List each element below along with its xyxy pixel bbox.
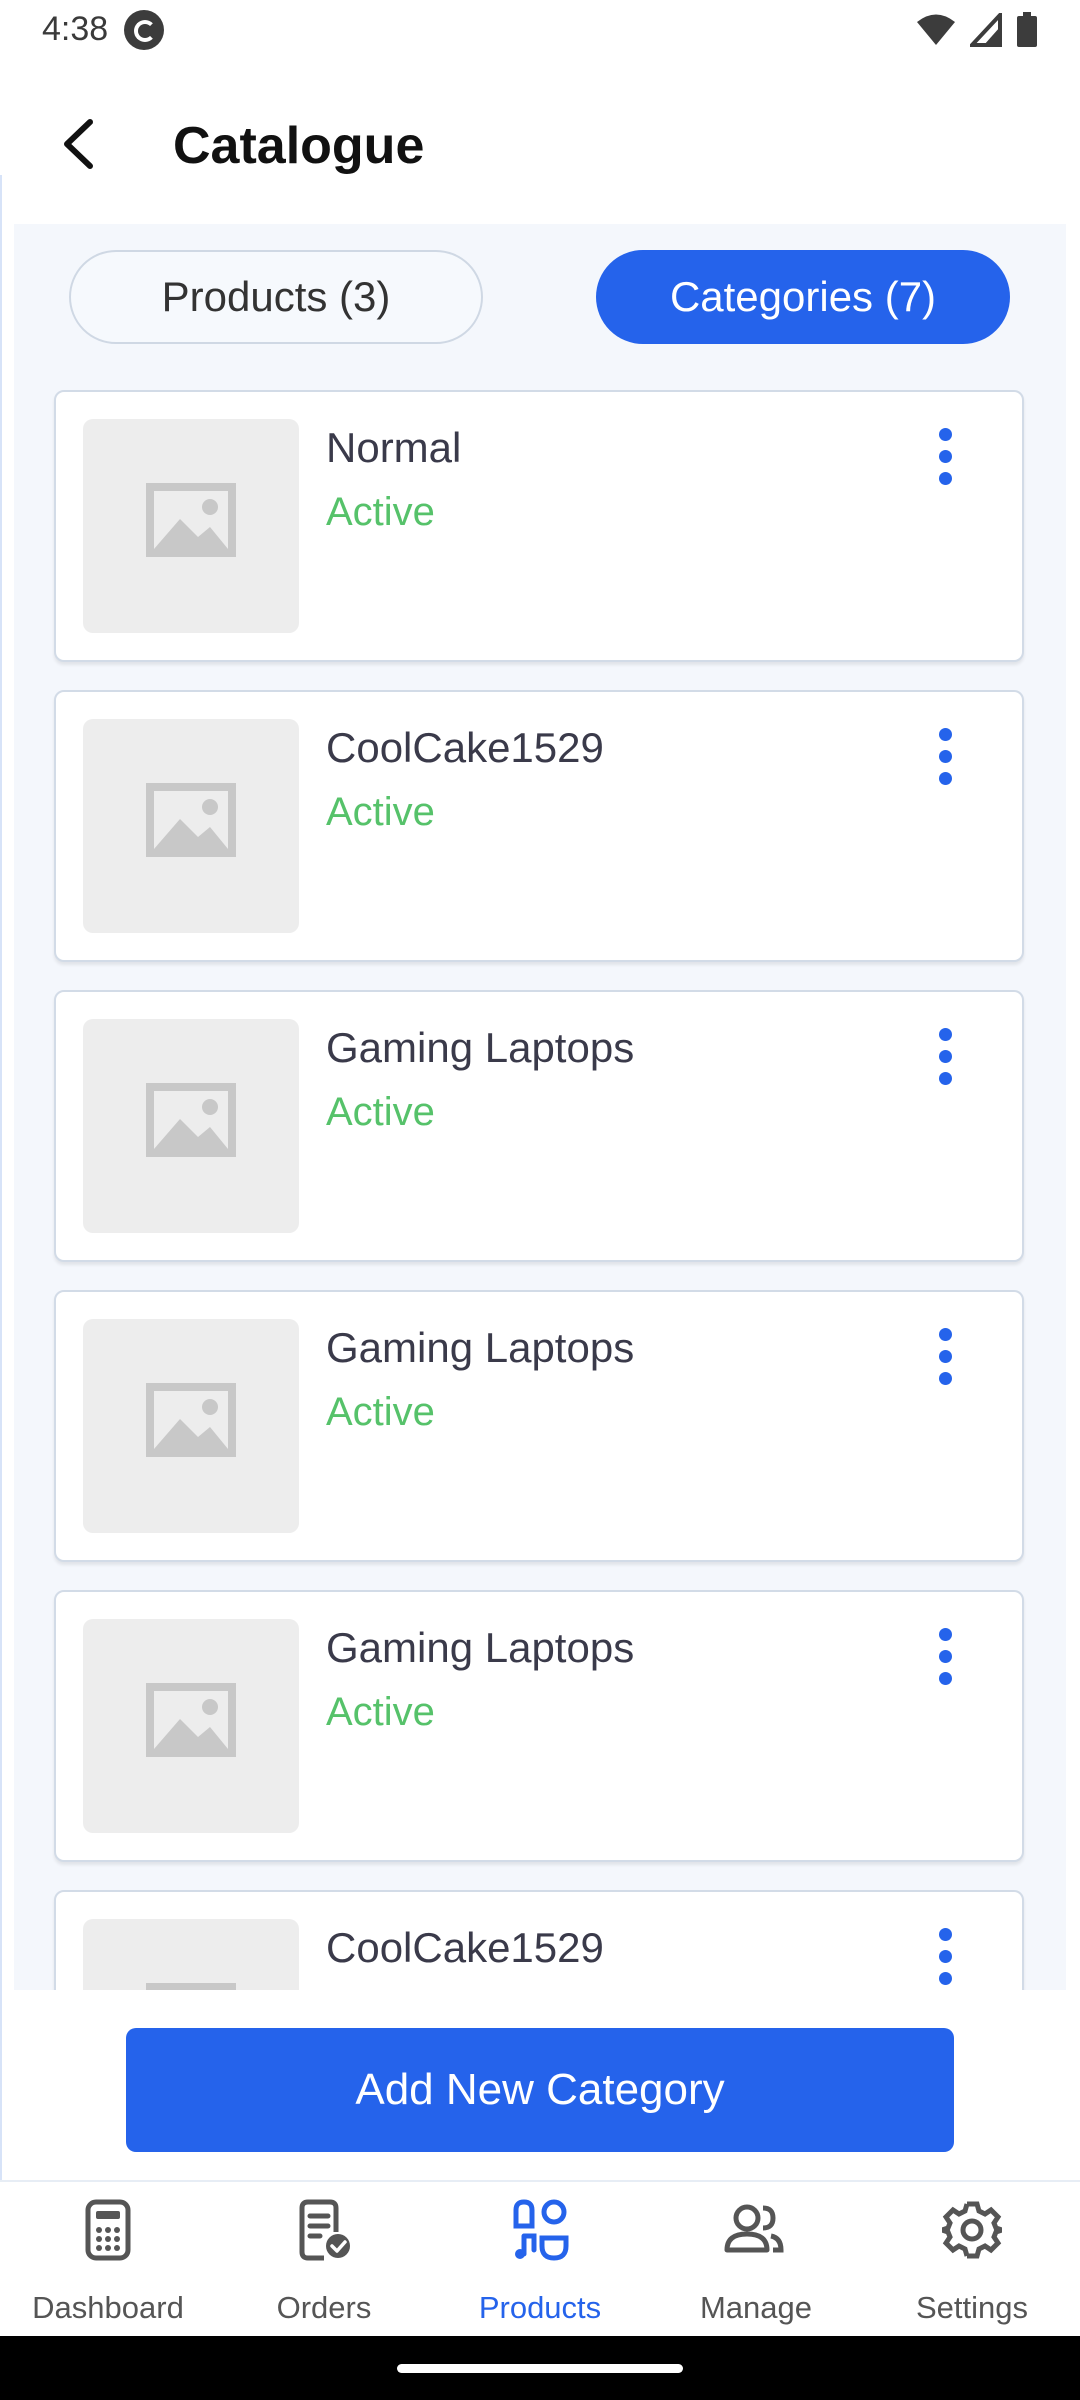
status-time: 4:38 [42, 10, 109, 48]
nav-label: Manage [699, 2290, 813, 2325]
category-card[interactable]: Gaming Laptops Active [54, 1290, 1024, 1562]
back-arrow-icon [64, 119, 93, 169]
category-name: Gaming Laptops [326, 1624, 635, 1671]
category-name: CoolCake1529 [326, 1924, 604, 1971]
category-status: Active [326, 790, 435, 834]
image-placeholder-icon [146, 1683, 236, 1757]
more-options-button[interactable] [930, 1928, 960, 1988]
nav-label: Settings [915, 2290, 1028, 2325]
orders-icon [299, 2199, 350, 2261]
category-card[interactable]: Gaming Laptops Active [54, 1590, 1024, 1862]
users-icon [724, 2204, 784, 2253]
wifi-icon [917, 14, 955, 45]
category-thumbnail [83, 1919, 299, 1990]
back-button[interactable] [50, 114, 110, 174]
tab-products[interactable]: Products (3) [69, 250, 483, 344]
page-title: Catalogue [173, 117, 425, 175]
category-card[interactable]: Gaming Laptops Active [54, 990, 1024, 1262]
more-options-button[interactable] [930, 428, 960, 488]
image-placeholder-icon [146, 1983, 236, 1990]
category-name: Gaming Laptops [326, 1024, 635, 1071]
category-thumbnail [83, 719, 299, 933]
more-options-button[interactable] [930, 1028, 960, 1088]
category-thumbnail [83, 1619, 299, 1833]
image-placeholder-icon [146, 1383, 236, 1457]
battery-icon [1017, 12, 1037, 47]
category-status: Active [326, 1090, 435, 1134]
signal-icon [970, 13, 1002, 47]
category-list[interactable]: Normal Active CoolCake1529 Active Gaming… [14, 374, 1066, 1990]
nav-label: Products [478, 2290, 602, 2325]
image-placeholder-icon [146, 483, 236, 557]
bottom-navigation: Dashboard Orders Products Manage Setting… [0, 2180, 1080, 2336]
tab-bar: Products (3) Categories (7) [14, 224, 1066, 374]
more-options-button[interactable] [930, 1628, 960, 1688]
category-card[interactable]: Normal Active [54, 390, 1024, 662]
nav-dashboard[interactable]: Dashboard [0, 2182, 216, 2338]
nav-settings[interactable]: Settings [864, 2182, 1080, 2338]
category-name: Normal [326, 424, 462, 471]
more-options-button[interactable] [930, 728, 960, 788]
app-header: Catalogue [0, 64, 1080, 224]
category-card[interactable]: CoolCake1529 Active [54, 690, 1024, 962]
tab-categories[interactable]: Categories (7) [596, 250, 1010, 344]
sync-icon [124, 10, 164, 50]
category-name: CoolCake1529 [326, 724, 604, 771]
gear-icon [942, 2201, 1002, 2259]
nav-label: Dashboard [32, 2290, 184, 2325]
more-options-button[interactable] [930, 1328, 960, 1388]
category-thumbnail [83, 419, 299, 633]
category-status: Active [326, 490, 435, 534]
nav-products[interactable]: Products [432, 2182, 648, 2338]
left-divider [0, 175, 2, 2225]
category-card[interactable]: CoolCake1529 [54, 1890, 1024, 1990]
status-bar: 4:38 [0, 0, 1080, 64]
products-icon [513, 2199, 569, 2261]
category-name: Gaming Laptops [326, 1324, 635, 1371]
add-new-category-button[interactable]: Add New Category [126, 2028, 954, 2152]
home-gesture-handle[interactable] [397, 2364, 683, 2373]
status-icons [916, 12, 1038, 48]
category-status: Active [326, 1390, 435, 1434]
nav-orders[interactable]: Orders [216, 2182, 432, 2338]
nav-label: Orders [276, 2290, 372, 2325]
system-navigation-bar [0, 2336, 1080, 2400]
calculator-icon [85, 2199, 131, 2261]
image-placeholder-icon [146, 1083, 236, 1157]
nav-manage[interactable]: Manage [648, 2182, 864, 2338]
image-placeholder-icon [146, 783, 236, 857]
category-status: Active [326, 1690, 435, 1734]
category-thumbnail [83, 1019, 299, 1233]
category-thumbnail [83, 1319, 299, 1533]
